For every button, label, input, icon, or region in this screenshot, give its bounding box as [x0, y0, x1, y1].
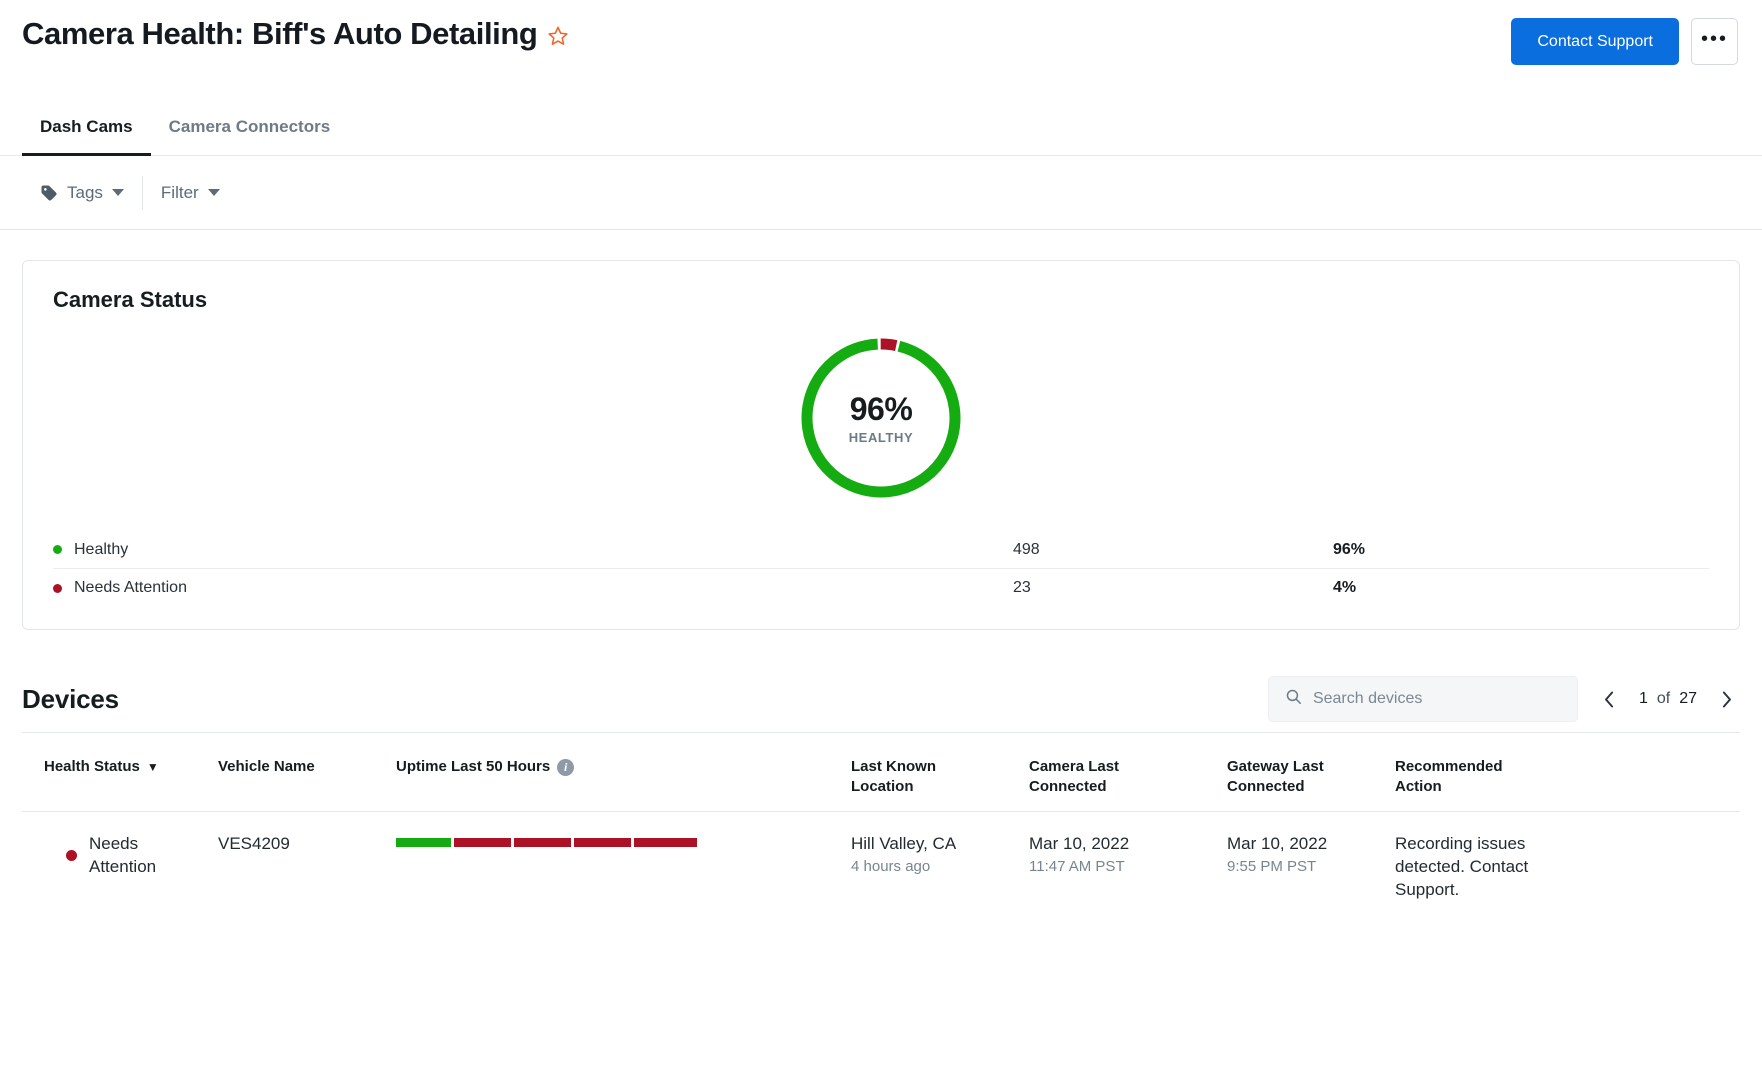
recommended-action-value: Recording issues detected. Contact Suppo…: [1395, 832, 1540, 901]
column-label-line1: Last Known: [851, 757, 1029, 777]
status-dot-needs-attention: [66, 850, 77, 861]
status-dot-needs-attention: [53, 584, 62, 593]
table-row[interactable]: Needs Attention VES4209 Hill Valley, CA …: [22, 812, 1740, 919]
tab-camera-connectors[interactable]: Camera Connectors: [151, 117, 349, 155]
donut-sublabel: HEALTHY: [849, 430, 914, 445]
column-recommended-action[interactable]: Recommended Action: [1395, 757, 1540, 797]
page-of-label: of: [1657, 690, 1670, 708]
contact-support-button[interactable]: Contact Support: [1511, 18, 1679, 65]
page-current: 1: [1639, 690, 1648, 708]
filter-dropdown[interactable]: Filter: [143, 183, 238, 203]
column-label-line1: Recommended: [1395, 757, 1540, 777]
legend-label: Needs Attention: [74, 579, 187, 597]
gateway-connected-time: 9:55 PM PST: [1227, 856, 1395, 878]
donut-chart-wrap: 96% HEALTHY: [53, 335, 1709, 501]
column-vehicle-name[interactable]: Vehicle Name: [218, 757, 396, 777]
gateway-connected-date: Mar 10, 2022: [1227, 832, 1395, 855]
search-input[interactable]: [1313, 690, 1561, 708]
donut-center-label: 96% HEALTHY: [798, 335, 964, 501]
camera-connected-time: 11:47 AM PST: [1029, 856, 1227, 878]
status-dot-healthy: [53, 545, 62, 554]
camera-health-page: Camera Health: Biff's Auto Detailing Con…: [0, 0, 1762, 1080]
page-header: Camera Health: Biff's Auto Detailing Con…: [0, 0, 1762, 65]
camera-status-card: Camera Status 96% HEALTHY He: [22, 260, 1740, 630]
location-relative-time: 4 hours ago: [851, 856, 1029, 878]
uptime-segment-1: [396, 838, 451, 847]
column-gateway-last-connected[interactable]: Gateway Last Connected: [1227, 757, 1395, 797]
uptime-segment-2: [454, 838, 511, 847]
chevron-right-icon[interactable]: [1713, 685, 1740, 714]
uptime-bar: [396, 838, 851, 847]
pagination: 1 of 27: [1596, 685, 1740, 714]
legend-label: Healthy: [74, 541, 128, 559]
title-group: Camera Health: Biff's Auto Detailing: [22, 14, 569, 54]
column-label-line2: Action: [1395, 777, 1540, 797]
column-label-line2: Connected: [1029, 777, 1227, 797]
chevron-down-icon: [208, 189, 220, 196]
legend-percent: 4%: [1333, 579, 1356, 597]
cell-vehicle-name: VES4209: [218, 832, 396, 855]
column-label: Health Status: [44, 757, 140, 777]
star-outline-icon[interactable]: [547, 25, 569, 47]
legend-name-healthy: Healthy: [53, 541, 1013, 559]
tab-dash-cams[interactable]: Dash Cams: [22, 117, 151, 155]
vehicle-name-value: VES4209: [218, 832, 396, 855]
uptime-segment-5: [634, 838, 697, 847]
column-last-known-location[interactable]: Last Known Location: [851, 757, 1029, 797]
tab-bar: Dash Cams Camera Connectors: [0, 117, 1762, 156]
column-label-line1: Gateway Last: [1227, 757, 1395, 777]
devices-table: Health Status ▼ Vehicle Name Uptime Last…: [22, 732, 1740, 919]
tag-icon: [40, 184, 58, 202]
sort-descending-icon: ▼: [147, 757, 159, 777]
cell-health-status: Needs Attention: [22, 832, 218, 878]
filter-toolbar: Tags Filter: [0, 156, 1762, 230]
tags-dropdown[interactable]: Tags: [22, 183, 142, 203]
search-devices-box[interactable]: [1268, 676, 1578, 722]
camera-status-legend: Healthy 498 96% Needs Attention 23 4%: [53, 531, 1709, 607]
legend-count: 23: [1013, 579, 1333, 597]
devices-controls: 1 of 27: [1268, 676, 1740, 722]
search-icon: [1285, 688, 1302, 710]
camera-status-donut-chart: 96% HEALTHY: [798, 335, 964, 501]
legend-name-needs-attention: Needs Attention: [53, 579, 1013, 597]
column-label-line1: Camera Last: [1029, 757, 1227, 777]
uptime-segment-3: [514, 838, 571, 847]
column-label-line2: Location: [851, 777, 1029, 797]
chevron-down-icon: [112, 189, 124, 196]
column-label: Uptime Last 50 Hours: [396, 757, 550, 777]
status-text: Needs Attention: [89, 832, 181, 878]
more-options-button[interactable]: •••: [1691, 18, 1738, 65]
chevron-left-icon[interactable]: [1596, 685, 1623, 714]
header-actions: Contact Support •••: [1511, 18, 1738, 65]
devices-header: Devices 1 of: [0, 666, 1762, 732]
camera-connected-date: Mar 10, 2022: [1029, 832, 1227, 855]
devices-title: Devices: [22, 684, 119, 715]
camera-status-title: Camera Status: [53, 287, 1709, 313]
legend-row: Needs Attention 23 4%: [53, 569, 1709, 607]
cell-recommended-action: Recording issues detected. Contact Suppo…: [1395, 832, 1540, 901]
column-camera-last-connected[interactable]: Camera Last Connected: [1029, 757, 1227, 797]
location-value: Hill Valley, CA: [851, 832, 1029, 855]
column-health-status[interactable]: Health Status ▼: [22, 757, 218, 777]
legend-percent: 96%: [1333, 541, 1365, 559]
column-uptime[interactable]: Uptime Last 50 Hours i: [396, 757, 851, 777]
page-total: 27: [1679, 690, 1697, 708]
donut-percent: 96%: [850, 391, 913, 428]
legend-row: Healthy 498 96%: [53, 531, 1709, 569]
filter-label: Filter: [161, 183, 199, 203]
uptime-segment-4: [574, 838, 631, 847]
cell-uptime: [396, 832, 851, 847]
page-title: Camera Health: Biff's Auto Detailing: [22, 14, 537, 54]
column-label-line2: Connected: [1227, 777, 1395, 797]
column-label: Vehicle Name: [218, 757, 315, 777]
info-icon[interactable]: i: [557, 759, 574, 776]
table-header-row: Health Status ▼ Vehicle Name Uptime Last…: [22, 733, 1740, 812]
cell-last-known-location: Hill Valley, CA 4 hours ago: [851, 832, 1029, 878]
legend-count: 498: [1013, 541, 1333, 559]
pagination-status: 1 of 27: [1639, 690, 1697, 708]
cell-gateway-last-connected: Mar 10, 2022 9:55 PM PST: [1227, 832, 1395, 878]
tags-label: Tags: [67, 183, 103, 203]
cell-camera-last-connected: Mar 10, 2022 11:47 AM PST: [1029, 832, 1227, 878]
